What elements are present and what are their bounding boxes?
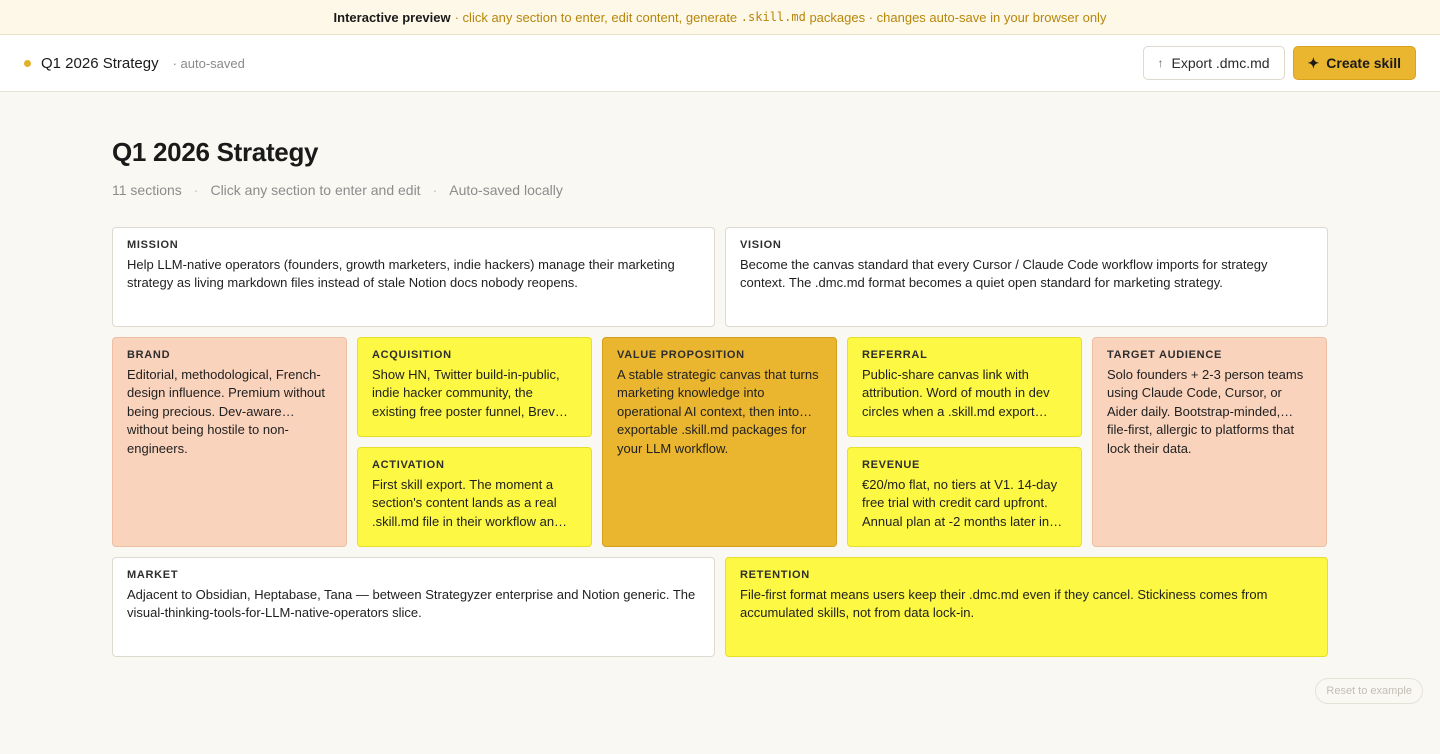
section-label: VALUE PROPOSITION <box>617 349 745 361</box>
canvas-row-top: MISSION Help LLM-native operators (found… <box>112 227 1328 327</box>
section-value-proposition[interactable]: VALUE PROPOSITION A stable strategic can… <box>602 337 837 547</box>
export-label: Export .dmc.md <box>1171 55 1270 71</box>
document-title[interactable]: Q1 2026 Strategy <box>41 55 159 72</box>
section-label: REFERRAL <box>862 349 928 361</box>
section-text: First skill export. The moment a section… <box>372 477 568 529</box>
section-text: €20/mo flat, no tiers at V1. 14-day free… <box>862 477 1063 529</box>
section-count: 11 sections <box>112 182 182 198</box>
edit-hint: Click any section to enter and edit <box>210 182 421 198</box>
sparkle-icon: ✦ <box>1307 54 1320 71</box>
section-label: ACQUISITION <box>372 349 452 361</box>
section-text: A stable strategic canvas that turns mar… <box>617 367 819 456</box>
top-bar: Q1 2026 Strategy · auto-saved ↑ Export .… <box>0 35 1440 92</box>
preview-banner: Interactive preview · click any section … <box>0 0 1440 35</box>
section-label: REVENUE <box>862 459 921 471</box>
section-label: MISSION <box>127 239 179 251</box>
create-skill-button[interactable]: ✦ Create skill <box>1292 46 1416 80</box>
section-label: TARGET AUDIENCE <box>1107 349 1222 361</box>
meta-separator: · <box>432 182 438 198</box>
section-target-audience[interactable]: TARGET AUDIENCE Solo founders + 2-3 pers… <box>1092 337 1327 547</box>
page-meta: 11 sections · Click any section to enter… <box>112 182 1328 198</box>
canvas-row-bottom: MARKET Adjacent to Obsidian, Heptabase, … <box>112 557 1328 657</box>
section-text: Adjacent to Obsidian, Heptabase, Tana — … <box>127 587 696 621</box>
export-button[interactable]: ↑ Export .dmc.md <box>1142 46 1285 80</box>
section-activation[interactable]: ACTIVATION First skill export. The momen… <box>357 447 592 547</box>
section-text: File-first format means users keep their… <box>740 587 1268 621</box>
section-text: Public-share canvas link with attributio… <box>862 367 1050 419</box>
section-label: VISION <box>740 239 782 251</box>
banner-strong: Interactive preview <box>333 9 451 25</box>
section-label: RETENTION <box>740 569 810 581</box>
reset-to-example-button[interactable]: Reset to example <box>1315 678 1423 704</box>
canvas-grid: MISSION Help LLM-native operators (found… <box>112 227 1328 657</box>
autosave-status: · auto-saved <box>172 55 245 71</box>
save-hint: Auto-saved locally <box>449 182 563 198</box>
section-revenue[interactable]: REVENUE €20/mo flat, no tiers at V1. 14-… <box>847 447 1082 547</box>
section-market[interactable]: MARKET Adjacent to Obsidian, Heptabase, … <box>112 557 715 657</box>
section-brand[interactable]: BRAND Editorial, methodological, French-… <box>112 337 347 547</box>
section-label: ACTIVATION <box>372 459 445 471</box>
section-mission[interactable]: MISSION Help LLM-native operators (found… <box>112 227 715 327</box>
meta-separator: · <box>193 182 199 198</box>
banner-text-before: · click any section to enter, edit conte… <box>454 9 738 25</box>
create-skill-label: Create skill <box>1326 55 1401 71</box>
section-text: Show HN, Twitter build-in-public, indie … <box>372 367 568 419</box>
section-vision[interactable]: VISION Become the canvas standard that e… <box>725 227 1328 327</box>
section-referral[interactable]: REFERRAL Public-share canvas link with a… <box>847 337 1082 437</box>
page-title: Q1 2026 Strategy <box>112 137 319 167</box>
section-text: Help LLM-native operators (founders, gro… <box>127 257 675 291</box>
section-label: BRAND <box>127 349 171 361</box>
section-text: Editorial, methodological, French-design… <box>127 367 325 456</box>
section-text: Become the canvas standard that every Cu… <box>740 257 1268 291</box>
arrow-up-icon: ↑ <box>1157 56 1164 70</box>
banner-code: .skill.md <box>740 10 806 24</box>
main-content: Q1 2026 Strategy 11 sections · Click any… <box>0 137 1440 657</box>
section-text: Solo founders + 2-3 person teams using C… <box>1107 367 1304 456</box>
section-retention[interactable]: RETENTION File-first format means users … <box>725 557 1328 657</box>
banner-text-after: packages · changes auto-save in your bro… <box>809 9 1107 25</box>
status-dot-icon <box>24 59 31 67</box>
section-acquisition[interactable]: ACQUISITION Show HN, Twitter build-in-pu… <box>357 337 592 437</box>
section-label: MARKET <box>127 569 179 581</box>
